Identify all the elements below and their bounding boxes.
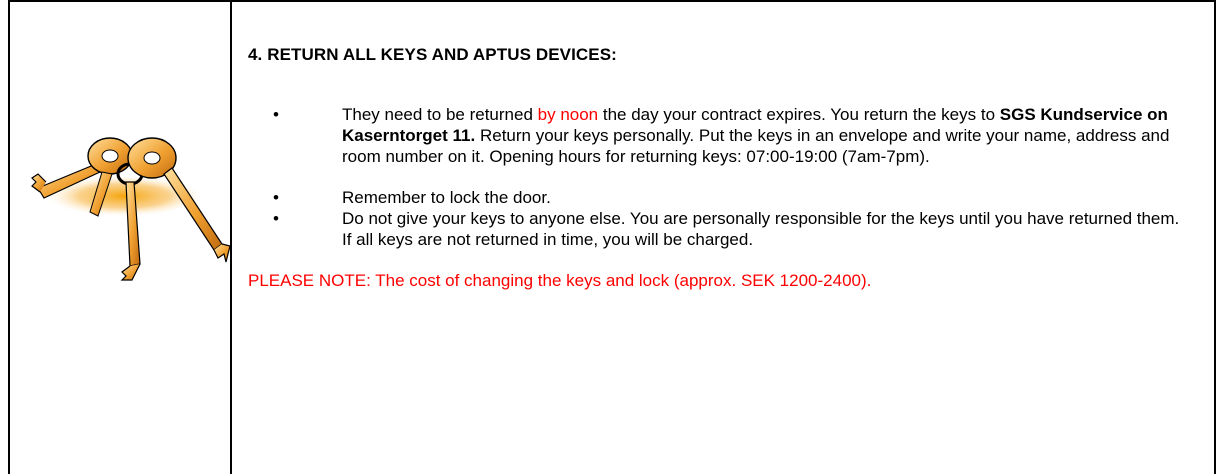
- list-item: • Remember to lock the door.: [273, 188, 551, 207]
- list-item: • Do not give your keys to anyone else. …: [273, 209, 1180, 249]
- section-heading: 4. RETURN ALL KEYS AND APTUS DEVICES:: [248, 45, 617, 64]
- bullet-icon: •: [273, 188, 279, 207]
- cost-note: PLEASE NOTE: The cost of changing the ke…: [248, 271, 872, 290]
- section-content: 4. RETURN ALL KEYS AND APTUS DEVICES: • …: [248, 45, 1188, 291]
- bullet-icon: •: [273, 209, 279, 228]
- bullet-list: • They need to be returned by noon the d…: [248, 104, 1188, 250]
- table-divider: [230, 0, 232, 474]
- bullet-icon: •: [273, 105, 279, 124]
- keys-icon: [18, 112, 231, 284]
- deadline-highlight: by noon: [537, 105, 599, 124]
- list-item: • They need to be returned by noon the d…: [273, 105, 1170, 166]
